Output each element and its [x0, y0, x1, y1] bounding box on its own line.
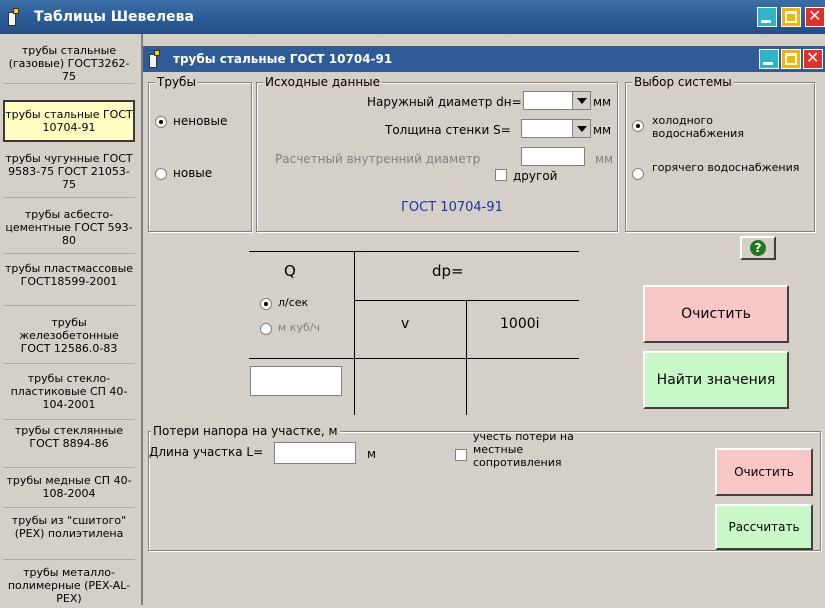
sidebar-item-asbestos[interactable]: трубы асбесто- цементные ГОСТ 593-80 — [3, 206, 135, 254]
radio-cubic-m-per-hour[interactable] — [260, 323, 272, 335]
input-data-group-label: Исходные данные — [263, 75, 383, 89]
other-checkbox[interactable] — [495, 169, 507, 181]
system-group-label: Выбор системы — [632, 75, 734, 89]
close-button[interactable]: ✕ — [805, 6, 825, 27]
wall-thickness-label: Толщина стенки S= — [385, 123, 511, 137]
child-maximize-button[interactable] — [781, 49, 801, 69]
table-top-line — [249, 251, 579, 252]
outer-diameter-combo[interactable] — [523, 91, 591, 110]
child-title-bar: трубы стальные ГОСТ 10704-91 ✕ — [143, 46, 825, 72]
outer-diameter-label: Наружный диаметр dн= — [367, 95, 522, 109]
maximize-button[interactable] — [781, 7, 801, 27]
radio-hot-water-label: горячего водоснабжения — [652, 161, 800, 174]
sidebar-item-label: трубы стальные ГОСТ 10704-91 — [5, 108, 133, 134]
find-values-button-label: Найти значения — [656, 372, 776, 388]
sidebar-item-label: трубы металло- полимерные (PEX-AL-PEX) — [7, 566, 131, 605]
sidebar-item-pex[interactable]: трубы из "сшитого" (РЕХ) полиэтилена — [3, 512, 135, 560]
radio-used-label: неновые — [173, 114, 228, 128]
app-title: Таблицы Шевелева — [34, 9, 194, 25]
chevron-down-icon[interactable] — [572, 92, 590, 109]
length-label: Длина участка L= — [149, 445, 264, 459]
calculate-button[interactable]: Рассчитать — [715, 504, 813, 550]
flow-input[interactable] — [250, 366, 342, 396]
table-divider-1 — [354, 251, 355, 415]
clear-losses-button[interactable]: Очистить — [715, 448, 813, 496]
local-losses-checkbox[interactable] — [455, 449, 467, 461]
losses-group-label: Потери напора на участке, м — [151, 424, 340, 438]
dp-header: dp= — [432, 262, 464, 280]
clear-button[interactable]: Очистить — [643, 285, 789, 343]
table-bottom-line — [249, 358, 579, 359]
radio-used[interactable] — [155, 116, 167, 128]
clear-button-label: Очистить — [681, 306, 751, 322]
losses-group: Потери напора на участке, м Длина участк… — [148, 424, 821, 551]
chevron-down-icon[interactable] — [572, 120, 590, 137]
length-input[interactable] — [274, 442, 356, 464]
sidebar-item-label: трубы чугунные ГОСТ 9583-75 ГОСТ 21053-7… — [5, 152, 133, 191]
find-values-button[interactable]: Найти значения — [643, 351, 789, 409]
child-title: трубы стальные ГОСТ 10704-91 — [173, 52, 393, 66]
main-content: Трубы неновые новые Исходные данные Нару… — [143, 72, 825, 605]
unit-liters-per-sec: л/сек — [278, 296, 309, 309]
radio-hot-water[interactable] — [632, 168, 644, 180]
unit-cubic-m-per-hour: м куб/ч — [278, 321, 320, 334]
help-button[interactable]: ? — [740, 236, 776, 260]
radio-cold-water[interactable] — [632, 120, 644, 132]
sidebar-item-plastic[interactable]: трубы пластмассовые ГОСТ18599-2001 — [3, 260, 135, 306]
sidebar: трубы стальные (газовые) ГОСТ3262-75 тру… — [0, 34, 143, 605]
input-data-group: Исходные данные Наружный диаметр dн= мм … — [256, 75, 618, 232]
radio-liters-per-sec[interactable] — [260, 298, 272, 310]
calculate-button-label: Рассчитать — [728, 520, 800, 534]
sidebar-item-concrete[interactable]: трубы железобетонные ГОСТ 12586.0-83 — [3, 314, 135, 364]
minimize-button[interactable] — [757, 7, 777, 27]
app-icon — [8, 8, 22, 26]
inner-diameter-label: Расчетный внутренний диаметр — [275, 152, 481, 166]
sidebar-item-label: трубы медные СП 40-108-2004 — [6, 474, 132, 500]
radio-cold-water-label: холодного водоснабжения — [652, 114, 744, 140]
sidebar-item-label: трубы пластмассовые ГОСТ18599-2001 — [4, 262, 134, 288]
close-icon: ✕ — [808, 6, 822, 25]
close-icon: ✕ — [806, 48, 820, 67]
main-title-bar: Таблицы Шевелева ✕ — [0, 0, 825, 34]
sidebar-item-label: трубы стальные (газовые) ГОСТ3262-75 — [8, 44, 130, 83]
sidebar-item-steel-gas[interactable]: трубы стальные (газовые) ГОСТ3262-75 — [3, 40, 135, 84]
sidebar-item-label: трубы стеклянные ГОСТ 8894-86 — [14, 424, 124, 450]
pipes-group: Трубы неновые новые — [148, 75, 252, 232]
sidebar-item-label: трубы асбесто- цементные ГОСТ 593-80 — [5, 208, 133, 247]
sidebar-item-label: трубы железобетонные ГОСТ 12586.0-83 — [19, 316, 119, 355]
velocity-header: v — [401, 316, 410, 332]
child-window-icon — [149, 50, 163, 68]
system-group: Выбор системы холодного водоснабжения го… — [625, 75, 815, 232]
inner-diameter-input[interactable] — [521, 147, 585, 166]
radio-new[interactable] — [155, 168, 167, 180]
sidebar-item-label: трубы из "сшитого" (РЕХ) полиэтилена — [11, 514, 127, 540]
sidebar-item-steel-10704[interactable]: трубы стальные ГОСТ 10704-91 — [3, 100, 135, 142]
inner-diameter-unit: мм — [595, 152, 614, 166]
child-minimize-button[interactable] — [759, 49, 779, 69]
q-header: Q — [284, 262, 296, 280]
local-losses-label: учесть потери на местные сопротивления — [473, 430, 574, 469]
standard-label: ГОСТ 10704-91 — [401, 200, 503, 215]
help-icon: ? — [750, 240, 766, 256]
sidebar-item-label: трубы стекло- пластиковые СП 40-104-2001 — [10, 372, 128, 411]
sidebar-item-pex-al-pex[interactable]: трубы металло- полимерные (PEX-AL-PEX) — [3, 564, 135, 608]
other-checkbox-label: другой — [513, 169, 558, 183]
pipes-group-label: Трубы — [155, 75, 198, 89]
sidebar-item-copper[interactable]: трубы медные СП 40-108-2004 — [3, 472, 135, 508]
sidebar-item-cast-iron[interactable]: трубы чугунные ГОСТ 9583-75 ГОСТ 21053-7… — [3, 150, 135, 198]
head-loss-header: 1000i — [500, 316, 540, 332]
sidebar-item-glass[interactable]: трубы стеклянные ГОСТ 8894-86 — [3, 422, 135, 468]
length-unit: м — [367, 447, 377, 461]
radio-new-label: новые — [173, 166, 213, 180]
child-close-button[interactable]: ✕ — [803, 48, 823, 69]
outer-diameter-unit: мм — [593, 95, 612, 109]
wall-thickness-combo[interactable] — [521, 119, 591, 138]
sidebar-item-fiberglass[interactable]: трубы стекло- пластиковые СП 40-104-2001 — [3, 370, 135, 420]
clear-losses-button-label: Очистить — [734, 465, 794, 479]
wall-thickness-unit: мм — [593, 123, 612, 137]
